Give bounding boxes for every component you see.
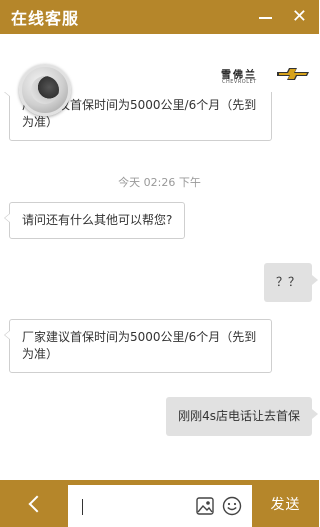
chat-area[interactable]: 厂家建议首保时间为5000公里/6个月（先到 为准） 今天 02:26 下午 请… [0,92,319,480]
title-bar: 在线客服 ✕ [0,0,319,34]
close-button[interactable]: ✕ [292,8,307,26]
message-line: 刚刚4s店电话让去首保 [178,409,300,423]
minimize-button[interactable] [258,15,272,19]
back-button[interactable] [0,480,68,527]
image-icon[interactable] [196,497,214,515]
avatar-image [31,76,59,104]
chevron-left-icon [28,495,46,512]
agent-avatar [19,64,71,116]
message-input[interactable] [68,485,252,527]
message-line: ？？ [275,275,300,289]
close-icon: ✕ [291,6,307,27]
agent-message: 厂家建议首保时间为5000公里/6个月（先到 为准） [4,319,272,373]
send-button[interactable]: 发送 [252,480,319,527]
chevrolet-bowtie-icon [277,68,309,80]
message-line: 厂家建议首保时间为5000公里/6个月（先到 [22,330,257,344]
user-message: 刚刚4s店电话让去首保 [166,397,318,436]
message-timestamp: 今天 02:26 下午 [118,176,201,189]
window-title: 在线客服 [11,9,80,28]
text-caret [82,499,83,515]
minimize-icon [258,17,272,19]
brand-logo: 雪佛兰 CHEVROLET [221,66,309,86]
message-line: 为准） [22,347,59,361]
message-line: 为准） [22,115,59,129]
emoji-icon[interactable] [222,496,242,516]
brand-sub: CHEVROLET [222,79,257,85]
agent-message: 请问还有什么其他可以帮您? [3,202,186,239]
window-controls: ✕ [258,0,307,34]
input-bar: 发送 [0,480,319,527]
user-message: ？？ [263,263,319,302]
message-line: 请问还有什么其他可以帮您? [22,213,173,227]
